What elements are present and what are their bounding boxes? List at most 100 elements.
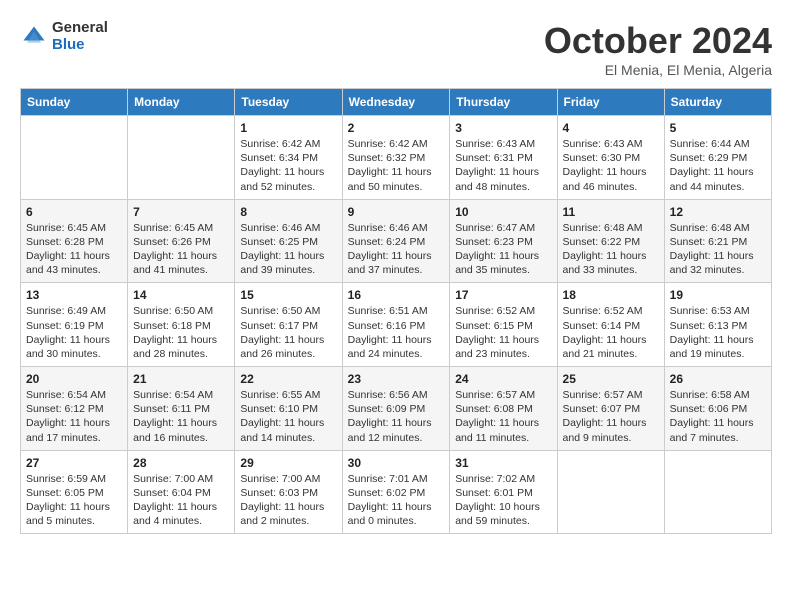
day-number: 10 <box>455 205 551 219</box>
day-number: 12 <box>670 205 766 219</box>
day-info: Sunrise: 6:50 AMSunset: 6:17 PMDaylight:… <box>240 304 336 361</box>
calendar-cell: 11Sunrise: 6:48 AMSunset: 6:22 PMDayligh… <box>557 199 664 283</box>
calendar-table: SundayMondayTuesdayWednesdayThursdayFrid… <box>20 88 772 534</box>
month-title: October 2024 <box>544 20 772 62</box>
weekday-header: Monday <box>128 89 235 116</box>
calendar-week-row: 13Sunrise: 6:49 AMSunset: 6:19 PMDayligh… <box>21 283 772 367</box>
calendar-cell: 4Sunrise: 6:43 AMSunset: 6:30 PMDaylight… <box>557 116 664 200</box>
calendar-cell: 2 Sunrise: 6:42 AMSunset: 6:32 PMDaylight… <box>342 116 450 200</box>
calendar-cell: 22 Sunrise: 6:55 AMSunset: 6:10 PMDayligh… <box>235 367 342 451</box>
weekday-header: Friday <box>557 89 664 116</box>
day-info: Sunrise: 6:52 AMSunset: 6:15 PMDaylight:… <box>455 304 551 361</box>
calendar-cell <box>664 450 771 534</box>
calendar-cell: 31Sunrise: 7:02 AMSunset: 6:01 PMDayligh… <box>450 450 557 534</box>
calendar-cell: 19 Sunrise: 6:53 AMSunset: 6:13 PMDayligh… <box>664 283 771 367</box>
calendar-week-row: 6 Sunrise: 6:45 AMSunset: 6:28 PMDaylight… <box>21 199 772 283</box>
day-number: 26 <box>670 372 766 386</box>
day-info: Sunrise: 7:00 AMSunset: 6:04 PMDaylight:… <box>133 472 229 529</box>
day-number: 16 <box>348 288 445 302</box>
day-info: Sunrise: 6:47 AMSunset: 6:23 PMDaylight:… <box>455 221 551 278</box>
day-number: 8 <box>240 205 336 219</box>
day-info: Sunrise: 6:50 AMSunset: 6:18 PMDaylight:… <box>133 304 229 361</box>
calendar-cell: 17 Sunrise: 6:52 AMSunset: 6:15 PMDayligh… <box>450 283 557 367</box>
day-number: 15 <box>240 288 336 302</box>
calendar-cell: 15 Sunrise: 6:50 AMSunset: 6:17 PMDayligh… <box>235 283 342 367</box>
day-info: Sunrise: 6:42 AMSunset: 6:34 PMDaylight:… <box>240 137 336 194</box>
calendar-week-row: 20 Sunrise: 6:54 AMSunset: 6:12 PMDayligh… <box>21 367 772 451</box>
day-info: Sunrise: 7:01 AMSunset: 6:02 PMDaylight:… <box>348 472 445 529</box>
day-number: 11 <box>563 205 659 219</box>
day-info: Sunrise: 6:55 AMSunset: 6:10 PMDaylight:… <box>240 388 336 445</box>
day-number: 30 <box>348 456 445 470</box>
weekday-header: Thursday <box>450 89 557 116</box>
day-number: 6 <box>26 205 122 219</box>
calendar-cell: 12 Sunrise: 6:48 AMSunset: 6:21 PMDayligh… <box>664 199 771 283</box>
calendar-cell: 13Sunrise: 6:49 AMSunset: 6:19 PMDayligh… <box>21 283 128 367</box>
day-number: 24 <box>455 372 551 386</box>
day-number: 21 <box>133 372 229 386</box>
logo: General Blue <box>20 20 108 53</box>
day-number: 20 <box>26 372 122 386</box>
day-number: 28 <box>133 456 229 470</box>
logo-general-label: General <box>52 20 108 37</box>
calendar-cell: 1 Sunrise: 6:42 AMSunset: 6:34 PMDaylight… <box>235 116 342 200</box>
location-label: El Menia, El Menia, Algeria <box>544 62 772 78</box>
calendar-cell: 23 Sunrise: 6:56 AMSunset: 6:09 PMDayligh… <box>342 367 450 451</box>
day-info: Sunrise: 6:59 AMSunset: 6:05 PMDaylight:… <box>26 472 122 529</box>
day-info: Sunrise: 6:54 AMSunset: 6:12 PMDaylight:… <box>26 388 122 445</box>
day-info: Sunrise: 6:43 AMSunset: 6:31 PMDaylight:… <box>455 137 551 194</box>
calendar-cell: 8Sunrise: 6:46 AMSunset: 6:25 PMDaylight… <box>235 199 342 283</box>
calendar-cell: 7Sunrise: 6:45 AMSunset: 6:26 PMDaylight… <box>128 199 235 283</box>
day-number: 25 <box>563 372 659 386</box>
day-number: 19 <box>670 288 766 302</box>
day-info: Sunrise: 7:00 AMSunset: 6:03 PMDaylight:… <box>240 472 336 529</box>
calendar-cell: 16 Sunrise: 6:51 AMSunset: 6:16 PMDayligh… <box>342 283 450 367</box>
day-info: Sunrise: 6:51 AMSunset: 6:16 PMDaylight:… <box>348 304 445 361</box>
day-info: Sunrise: 6:48 AMSunset: 6:21 PMDaylight:… <box>670 221 766 278</box>
calendar-cell: 30 Sunrise: 7:01 AMSunset: 6:02 PMDayligh… <box>342 450 450 534</box>
day-number: 4 <box>563 121 659 135</box>
day-info: Sunrise: 6:57 AMSunset: 6:08 PMDaylight:… <box>455 388 551 445</box>
logo-blue-label: Blue <box>52 37 108 54</box>
calendar-header-row: SundayMondayTuesdayWednesdayThursdayFrid… <box>21 89 772 116</box>
calendar-cell: 9 Sunrise: 6:46 AMSunset: 6:24 PMDaylight… <box>342 199 450 283</box>
day-number: 27 <box>26 456 122 470</box>
day-number: 2 <box>348 121 445 135</box>
day-info: Sunrise: 6:57 AMSunset: 6:07 PMDaylight:… <box>563 388 659 445</box>
day-info: Sunrise: 6:44 AMSunset: 6:29 PMDaylight:… <box>670 137 766 194</box>
page-header: General Blue October 2024 El Menia, El M… <box>20 20 772 78</box>
day-info: Sunrise: 6:45 AMSunset: 6:26 PMDaylight:… <box>133 221 229 278</box>
calendar-cell: 14 Sunrise: 6:50 AMSunset: 6:18 PMDayligh… <box>128 283 235 367</box>
day-info: Sunrise: 6:53 AMSunset: 6:13 PMDaylight:… <box>670 304 766 361</box>
day-number: 14 <box>133 288 229 302</box>
day-number: 13 <box>26 288 122 302</box>
weekday-header: Tuesday <box>235 89 342 116</box>
day-info: Sunrise: 6:58 AMSunset: 6:06 PMDaylight:… <box>670 388 766 445</box>
calendar-cell: 18Sunrise: 6:52 AMSunset: 6:14 PMDayligh… <box>557 283 664 367</box>
calendar-cell <box>557 450 664 534</box>
calendar-week-row: 1 Sunrise: 6:42 AMSunset: 6:34 PMDaylight… <box>21 116 772 200</box>
day-info: Sunrise: 6:52 AMSunset: 6:14 PMDaylight:… <box>563 304 659 361</box>
calendar-week-row: 27 Sunrise: 6:59 AMSunset: 6:05 PMDayligh… <box>21 450 772 534</box>
calendar-cell: 21Sunrise: 6:54 AMSunset: 6:11 PMDayligh… <box>128 367 235 451</box>
day-info: Sunrise: 6:45 AMSunset: 6:28 PMDaylight:… <box>26 221 122 278</box>
calendar-cell: 26 Sunrise: 6:58 AMSunset: 6:06 PMDayligh… <box>664 367 771 451</box>
day-number: 9 <box>348 205 445 219</box>
calendar-cell: 20 Sunrise: 6:54 AMSunset: 6:12 PMDayligh… <box>21 367 128 451</box>
weekday-header: Wednesday <box>342 89 450 116</box>
calendar-cell: 29Sunrise: 7:00 AMSunset: 6:03 PMDayligh… <box>235 450 342 534</box>
day-number: 17 <box>455 288 551 302</box>
day-info: Sunrise: 6:56 AMSunset: 6:09 PMDaylight:… <box>348 388 445 445</box>
day-number: 23 <box>348 372 445 386</box>
day-number: 5 <box>670 121 766 135</box>
weekday-header: Sunday <box>21 89 128 116</box>
calendar-cell: 10 Sunrise: 6:47 AMSunset: 6:23 PMDayligh… <box>450 199 557 283</box>
logo-text: General Blue <box>52 20 108 53</box>
calendar-cell: 6 Sunrise: 6:45 AMSunset: 6:28 PMDaylight… <box>21 199 128 283</box>
weekday-header: Saturday <box>664 89 771 116</box>
calendar-cell <box>21 116 128 200</box>
day-number: 1 <box>240 121 336 135</box>
day-info: Sunrise: 6:46 AMSunset: 6:24 PMDaylight:… <box>348 221 445 278</box>
day-info: Sunrise: 6:42 AMSunset: 6:32 PMDaylight:… <box>348 137 445 194</box>
day-number: 22 <box>240 372 336 386</box>
